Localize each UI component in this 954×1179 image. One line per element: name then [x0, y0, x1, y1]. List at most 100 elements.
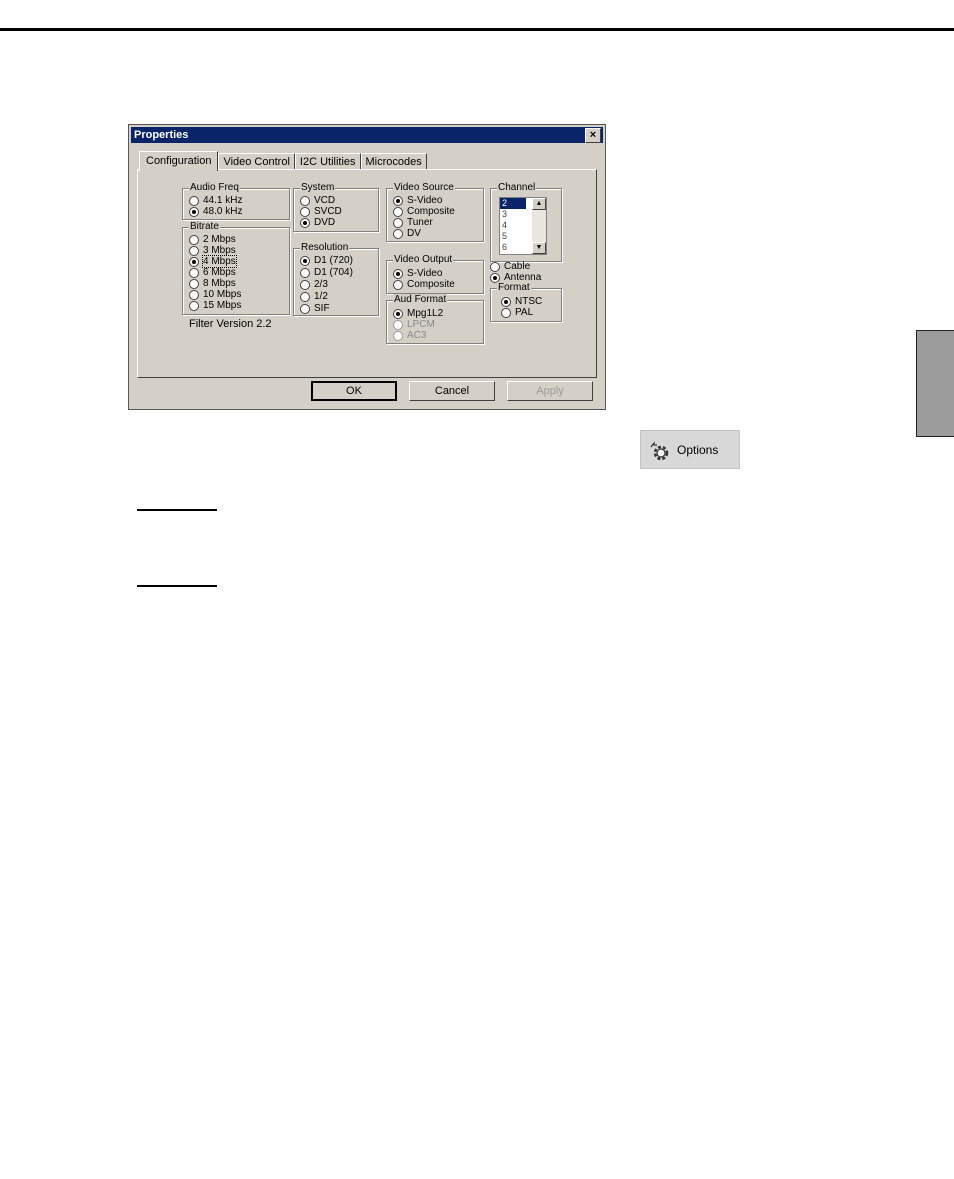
- audio-format-option: AC3: [393, 330, 426, 341]
- tab-configuration[interactable]: Configuration: [139, 151, 219, 171]
- system-option[interactable]: DVD: [300, 217, 335, 228]
- bitrate-option[interactable]: 15 Mbps: [189, 300, 241, 311]
- radio-selected-icon: [300, 217, 310, 228]
- bitrate-option[interactable]: 3 Mbps: [189, 245, 236, 256]
- video-source-option[interactable]: DV: [393, 228, 421, 239]
- radio-icon: [300, 206, 310, 217]
- resolution-group: Resolution D1 (720) D1 (704) 2/3 1/2 SIF: [293, 242, 379, 316]
- radio-icon: [393, 319, 403, 330]
- radio-icon: [300, 279, 310, 290]
- video-source-option[interactable]: Tuner: [393, 217, 433, 228]
- bitrate-option[interactable]: 4 Mbps: [189, 255, 237, 268]
- video-output-group: Video Output S-Video Composite: [386, 254, 484, 294]
- resolution-option[interactable]: D1 (720): [300, 255, 353, 266]
- underline-rule: [137, 585, 217, 587]
- resolution-option[interactable]: 1/2: [300, 291, 328, 302]
- radio-icon: [189, 289, 199, 300]
- audio-freq-group: Audio Freq 44.1 kHz 48.0 kHz: [182, 182, 290, 220]
- channel-listbox[interactable]: 2 3 4 5 6 ▲ ▼: [499, 197, 547, 255]
- video-output-title: Video Output: [393, 254, 454, 266]
- radio-icon: [300, 195, 310, 206]
- underline-rule: [137, 509, 217, 511]
- scroll-up-icon[interactable]: ▲: [532, 198, 546, 210]
- channel-title: Channel: [497, 182, 537, 194]
- radio-icon: [189, 300, 199, 311]
- gear-icon: [649, 441, 671, 468]
- filter-version: Filter Version 2.2: [189, 318, 272, 330]
- radio-selected-icon: [490, 272, 500, 283]
- radio-selected-icon: [501, 296, 511, 307]
- bitrate-option[interactable]: 8 Mbps: [189, 278, 236, 289]
- radio-icon: [300, 291, 310, 302]
- list-item[interactable]: 2: [500, 198, 526, 209]
- options-label: Options: [677, 443, 719, 457]
- resolution-option[interactable]: SIF: [300, 303, 330, 314]
- video-source-option[interactable]: Composite: [393, 206, 455, 217]
- radio-icon: [189, 267, 199, 278]
- section-tab: [916, 330, 954, 437]
- channel-scrollbar[interactable]: ▲ ▼: [532, 198, 546, 254]
- audio-freq-48[interactable]: 48.0 kHz: [189, 206, 242, 217]
- radio-selected-icon: [300, 255, 310, 266]
- bitrate-title: Bitrate: [189, 221, 220, 233]
- radio-icon: [393, 217, 403, 228]
- audio-freq-44[interactable]: 44.1 kHz: [189, 195, 242, 206]
- radio-icon: [393, 206, 403, 217]
- radio-icon: [300, 303, 310, 314]
- system-option[interactable]: VCD: [300, 195, 335, 206]
- video-source-option[interactable]: S-Video: [393, 195, 442, 206]
- dialog-titlebar: Properties ×: [131, 127, 603, 143]
- radio-selected-icon: [189, 256, 199, 267]
- radio-selected-icon: [189, 206, 199, 217]
- video-source-title: Video Source: [393, 182, 455, 194]
- audio-freq-title: Audio Freq: [189, 182, 240, 194]
- bitrate-group: Bitrate 2 Mbps 3 Mbps 4 Mbps 6 Mbps 8 Mb…: [182, 221, 290, 315]
- radio-icon: [393, 228, 403, 239]
- system-option[interactable]: SVCD: [300, 206, 342, 217]
- tab-video-control[interactable]: Video Control: [218, 153, 295, 170]
- radio-icon: [300, 267, 310, 278]
- configuration-panel: Audio Freq 44.1 kHz 48.0 kHz Bitrate 2 M…: [137, 169, 597, 378]
- apply-button[interactable]: Apply: [507, 381, 593, 401]
- scroll-down-icon[interactable]: ▼: [532, 242, 546, 254]
- bitrate-option[interactable]: 10 Mbps: [189, 289, 241, 300]
- format-option[interactable]: PAL: [501, 307, 533, 318]
- system-title: System: [300, 182, 336, 194]
- video-output-option[interactable]: Composite: [393, 279, 455, 290]
- radio-icon: [189, 245, 199, 256]
- radio-icon: [501, 307, 511, 318]
- audio-format-option: LPCM: [393, 319, 435, 330]
- audio-format-option[interactable]: Mpg1L2: [393, 308, 443, 319]
- properties-dialog: Properties × Configuration Video Control…: [128, 124, 606, 410]
- video-source-group: Video Source S-Video Composite Tuner DV: [386, 182, 484, 242]
- bitrate-option[interactable]: 2 Mbps: [189, 234, 236, 245]
- channel-group: Channel 2 3 4 5 6 ▲ ▼: [490, 182, 562, 262]
- radio-icon: [189, 195, 199, 206]
- ok-button[interactable]: OK: [311, 381, 397, 401]
- format-group: Format NTSC PAL: [490, 282, 562, 322]
- radio-selected-icon: [393, 308, 403, 319]
- options-button[interactable]: Options: [640, 430, 740, 469]
- radio-icon: [189, 278, 199, 289]
- video-output-option[interactable]: S-Video: [393, 268, 442, 279]
- tab-strip: Configuration Video Control I2C Utilitie…: [139, 151, 427, 171]
- radio-selected-icon: [393, 268, 403, 279]
- close-button[interactable]: ×: [585, 128, 601, 143]
- header-rule: [0, 28, 954, 31]
- bitrate-option[interactable]: 6 Mbps: [189, 267, 236, 278]
- audio-format-group: Aud Format Mpg1L2 LPCM AC3: [386, 294, 484, 344]
- format-option[interactable]: NTSC: [501, 296, 542, 307]
- radio-icon: [393, 330, 403, 341]
- resolution-option[interactable]: 2/3: [300, 279, 328, 290]
- radio-icon: [393, 279, 403, 290]
- radio-icon: [490, 261, 500, 272]
- tab-microcodes[interactable]: Microcodes: [360, 153, 427, 170]
- cancel-button[interactable]: Cancel: [409, 381, 495, 401]
- format-title: Format: [497, 282, 531, 294]
- resolution-option[interactable]: D1 (704): [300, 267, 353, 278]
- tab-i2c-utilities[interactable]: I2C Utilities: [294, 153, 361, 170]
- audio-format-title: Aud Format: [393, 294, 448, 306]
- dialog-title: Properties: [134, 129, 189, 141]
- radio-icon: [189, 234, 199, 245]
- tuner-cable-option[interactable]: Cable: [490, 261, 530, 272]
